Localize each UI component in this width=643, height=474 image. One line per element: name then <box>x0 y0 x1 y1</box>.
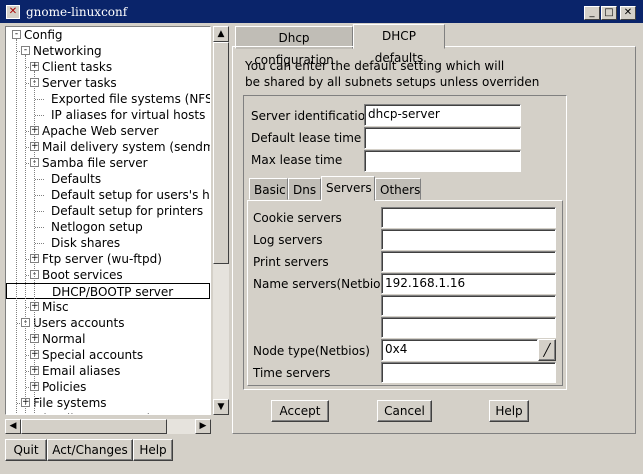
tree-item[interactable]: Exported file systems (NFS) <box>51 91 210 107</box>
app-icon[interactable]: ✕ <box>6 5 20 19</box>
tab-dns[interactable]: Dns <box>288 178 321 200</box>
tree-item[interactable]: DHCP/BOOTP server <box>6 283 210 299</box>
scroll-thumb[interactable] <box>213 42 229 264</box>
collapse-icon[interactable]: - <box>12 30 21 39</box>
tree-help-button[interactable]: Help <box>133 439 173 461</box>
print-servers-label: Print servers <box>253 255 329 269</box>
name-server-input-2[interactable] <box>381 295 556 316</box>
server-identification-label: Server identification <box>251 109 373 123</box>
node-type-select[interactable]: 0x4 <box>381 339 538 361</box>
default-lease-label: Default lease time <box>251 131 362 145</box>
name-servers-label: Name servers(Netbios) <box>253 277 392 291</box>
max-lease-input[interactable] <box>364 150 521 172</box>
tree-item[interactable]: Default setup for printers <box>51 203 203 219</box>
tree-item[interactable]: Users accounts <box>33 315 124 331</box>
tree-item[interactable]: Apache Web server <box>42 123 159 139</box>
tree-item[interactable]: Misc <box>42 299 69 315</box>
quit-button[interactable]: Quit <box>5 439 47 461</box>
tree-item[interactable]: Normal <box>42 331 85 347</box>
tree-item[interactable]: Ftp server (wu-ftpd) <box>42 251 162 267</box>
scroll-down-icon[interactable]: ▼ <box>213 399 229 415</box>
tree-item[interactable]: Miscellaneous services <box>33 411 170 414</box>
tree-item[interactable]: Samba file server <box>42 155 148 171</box>
help-button[interactable]: Help <box>489 400 529 422</box>
time-servers-input[interactable] <box>381 362 556 383</box>
tree-item[interactable]: Disk shares <box>51 235 120 251</box>
max-lease-label: Max lease time <box>251 153 343 167</box>
tree-item[interactable]: Config <box>24 27 63 43</box>
tree-connector <box>35 179 44 180</box>
tab-servers[interactable]: Servers <box>321 176 375 201</box>
cancel-button[interactable]: Cancel <box>377 400 432 422</box>
tree-guide-line <box>16 39 17 414</box>
node-type-dropdown-icon[interactable]: ╱ <box>538 339 556 361</box>
tree-item[interactable]: Netlogon setup <box>51 219 143 235</box>
tree-item[interactable]: Special accounts <box>42 347 143 363</box>
tree-connector <box>35 195 44 196</box>
tree-vertical-scrollbar[interactable]: ▲ ▼ <box>213 26 229 415</box>
tab-basic[interactable]: Basic <box>249 178 288 200</box>
cookie-servers-input[interactable] <box>381 207 556 228</box>
server-identification-input[interactable]: dhcp-server <box>364 104 521 126</box>
minimize-button[interactable]: _ <box>584 6 600 20</box>
log-servers-input[interactable] <box>381 229 556 250</box>
tree-item[interactable]: Networking <box>33 43 102 59</box>
tree-item[interactable]: Email aliases <box>42 363 120 379</box>
tree-connector <box>35 211 44 212</box>
scroll-up-icon[interactable]: ▲ <box>213 26 229 42</box>
title-bar: ✕ gnome-linuxconf _ □ ✕ <box>0 0 643 26</box>
name-server-input-1[interactable]: 192.168.1.16 <box>381 273 556 294</box>
tree-connector <box>35 99 44 100</box>
tab-dhcp-defaults[interactable]: DHCP defaults <box>353 24 445 65</box>
expand-icon[interactable]: + <box>22 414 30 415</box>
tree-item[interactable]: Default setup for users's home <box>51 187 210 203</box>
log-servers-label: Log servers <box>253 233 323 247</box>
tab-others[interactable]: Others <box>375 178 421 200</box>
collapse-icon[interactable]: - <box>21 46 30 55</box>
default-lease-input[interactable] <box>364 127 521 149</box>
tree-guide-line <box>25 55 26 414</box>
tree-item[interactable]: Boot services <box>42 267 123 283</box>
tree-connector <box>35 243 44 244</box>
expand-icon[interactable]: + <box>30 62 39 71</box>
tree-guide-line <box>34 71 35 414</box>
name-server-input-3[interactable] <box>381 317 556 338</box>
config-tree[interactable]: Config - Networking - Client tasks + Server ta… <box>5 26 211 415</box>
tree-item[interactable]: File systems <box>33 395 107 411</box>
tree-item[interactable]: IP aliases for virtual hosts <box>51 107 205 123</box>
tree-connector <box>35 227 44 228</box>
tree-item[interactable]: Mail delivery system (sendmail) <box>42 139 210 155</box>
tree-item[interactable]: Policies <box>42 379 86 395</box>
hscroll-thumb[interactable] <box>21 419 167 434</box>
time-servers-label: Time servers <box>253 366 331 380</box>
tree-item[interactable]: Client tasks <box>42 59 112 75</box>
node-type-label: Node type(Netbios) <box>253 344 370 358</box>
maximize-button[interactable]: □ <box>601 6 617 20</box>
tree-item[interactable]: Server tasks <box>42 75 117 91</box>
tree-item[interactable]: Defaults <box>51 171 101 187</box>
window-title: gnome-linuxconf <box>26 5 128 19</box>
cookie-servers-label: Cookie servers <box>253 211 342 225</box>
act-changes-button[interactable]: Act/Changes <box>47 439 133 461</box>
tree-horizontal-scrollbar[interactable]: ◀ ▶ <box>5 419 211 434</box>
tree-connector <box>35 115 44 116</box>
accept-button[interactable]: Accept <box>271 400 329 422</box>
scroll-right-icon[interactable]: ▶ <box>195 419 211 434</box>
scroll-left-icon[interactable]: ◀ <box>5 419 21 434</box>
close-button[interactable]: ✕ <box>620 6 636 20</box>
intro-line-2: be shared by all subnets setups unless o… <box>245 75 540 89</box>
print-servers-input[interactable] <box>381 251 556 272</box>
